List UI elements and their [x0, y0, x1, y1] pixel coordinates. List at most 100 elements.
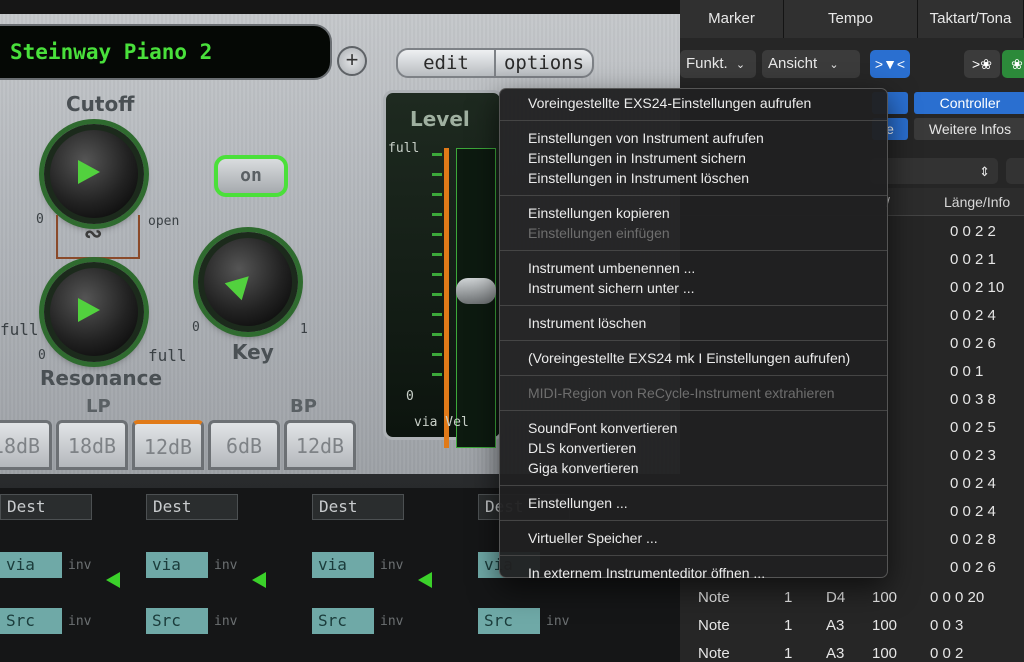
filter-tab-12db[interactable]: 12dB — [132, 420, 204, 470]
level-slider-handle[interactable] — [456, 278, 496, 304]
menu-separator — [500, 305, 887, 306]
mod-src-field[interactable]: Src — [146, 608, 208, 634]
menu-item[interactable]: Einstellungen ... — [500, 493, 887, 513]
menu-separator — [500, 485, 887, 486]
channel-cell: 1 — [784, 589, 793, 606]
length-cell: 0 0 2 4 — [950, 503, 996, 520]
position-selector[interactable]: ⇕ — [870, 158, 998, 184]
add-instrument-button[interactable]: + — [337, 46, 367, 76]
type-cell: Note — [698, 589, 730, 606]
mod-inv-label[interactable]: inv — [546, 614, 569, 629]
menu-item[interactable]: Einstellungen in Instrument sichern — [500, 148, 887, 168]
menu-item[interactable]: In externem Instrumenteditor öffnen ... — [500, 563, 887, 583]
catch-icon: >▼< — [874, 56, 906, 72]
mod-via-field[interactable]: via — [146, 552, 208, 578]
mod-amount-arrow-icon[interactable] — [418, 572, 432, 588]
menu-item[interactable]: Einstellungen von Instrument aufrufen — [500, 128, 887, 148]
length-cell: 0 0 2 6 — [950, 335, 996, 352]
channel-cell: 1 — [784, 617, 793, 634]
search-field-partial[interactable] — [1006, 158, 1024, 184]
mod-inv-label[interactable]: inv — [380, 558, 403, 573]
key-max-label: 1 — [300, 322, 308, 337]
edit-options-group: edit options — [396, 48, 594, 78]
ansicht-dropdown[interactable]: Ansicht ⌄ — [762, 50, 860, 78]
level-zero-label: 0 — [406, 389, 414, 404]
preset-display[interactable]: Steinway Piano 2 — [0, 24, 332, 80]
weitere-infos-button[interactable]: Weitere Infos — [914, 118, 1024, 140]
level-label: Level — [410, 107, 470, 131]
table-row[interactable]: Note 1 A3 100 0 0 3 — [680, 612, 1024, 640]
menu-item: Einstellungen einfügen — [528, 225, 670, 241]
key-knob[interactable] — [198, 232, 298, 332]
filter-tab-18db-a[interactable]: 18dB — [0, 420, 52, 470]
knob-pointer-icon — [224, 267, 258, 301]
chevron-down-icon: ⌄ — [735, 59, 746, 71]
mod-slot-3: Dest via inv Src inv — [312, 494, 432, 654]
catch-icon-button[interactable]: >▼< — [870, 50, 910, 78]
resonance-label: Resonance — [40, 366, 163, 390]
resonance-max-label: full — [148, 346, 187, 365]
midi-out-button[interactable]: ❀ — [1002, 50, 1024, 78]
resonance-knob[interactable] — [44, 262, 144, 362]
menu-item[interactable]: (Voreingestellte EXS24 mk I Einstellunge… — [500, 348, 887, 368]
mod-dest-field[interactable]: Dest — [0, 494, 92, 520]
menu-item[interactable]: Virtueller Speicher ... — [500, 528, 887, 548]
menu-item[interactable]: Instrument umbenennen ... — [500, 258, 887, 278]
mod-amount-arrow-icon[interactable] — [252, 572, 266, 588]
controller-button[interactable]: Controller — [914, 92, 1024, 114]
mod-inv-label[interactable]: inv — [68, 558, 91, 573]
length-cell: 0 0 2 6 — [950, 559, 996, 576]
funkt-dropdown[interactable]: Funkt. ⌄ — [680, 50, 756, 78]
menu-item[interactable]: Giga konvertieren — [500, 458, 887, 478]
menu-item[interactable]: DLS konvertieren — [500, 438, 887, 458]
menu-item[interactable]: Instrument löschen — [500, 313, 887, 333]
lp-label: LP — [86, 396, 111, 417]
tab-marker[interactable]: Marker — [680, 0, 784, 38]
menu-item[interactable]: SoundFont konvertieren — [500, 418, 887, 438]
filter-link[interactable]: ∾ — [56, 215, 140, 259]
options-button[interactable]: options — [494, 50, 592, 76]
mod-src-field[interactable]: Src — [312, 608, 374, 634]
mod-via-field[interactable]: via — [312, 552, 374, 578]
chevron-down-icon: ⌄ — [829, 59, 839, 71]
filter-tab-bp-12db[interactable]: 12dB — [284, 420, 356, 470]
mod-dest-field[interactable]: Dest — [312, 494, 404, 520]
editor-tabs: Marker Tempo Taktart/Tona — [680, 0, 1024, 38]
cutoff-min-label: 0 — [36, 212, 44, 227]
mod-src-field[interactable]: Src — [0, 608, 62, 634]
edit-button[interactable]: edit — [398, 50, 494, 76]
mod-via-field[interactable]: via — [0, 552, 62, 578]
cutoff-knob[interactable] — [44, 124, 144, 224]
mod-amount-arrow-icon[interactable] — [106, 572, 120, 588]
resonance-min-label: 0 — [38, 348, 46, 363]
table-row[interactable]: Note 1 D4 100 0 0 0 20 — [680, 584, 1024, 612]
length-cell: 0 0 2 5 — [950, 419, 996, 436]
menu-item[interactable]: Instrument sichern unter ... — [500, 278, 887, 298]
filter-tab-18db[interactable]: 18dB — [56, 420, 128, 470]
length-cell: 0 0 2 10 — [950, 279, 1005, 296]
mod-inv-label[interactable]: inv — [380, 614, 403, 629]
pitch-cell: D4 — [826, 589, 846, 606]
mod-src-field[interactable]: Src — [478, 608, 540, 634]
filter-mode-tabs: 18dB 18dB 12dB 6dB 12dB — [0, 420, 356, 472]
mod-dest-field[interactable]: Dest — [146, 494, 238, 520]
filter-on-button[interactable]: on — [214, 155, 288, 197]
tab-tempo[interactable]: Tempo — [784, 0, 918, 38]
midi-in-button[interactable]: >❀ — [964, 50, 1000, 78]
menu-separator — [500, 520, 887, 521]
table-row[interactable]: Note 1 A3 100 0 0 2 — [680, 640, 1024, 662]
velocity-cell: 100 — [872, 589, 898, 606]
menu-item[interactable]: Einstellungen in Instrument löschen — [500, 168, 887, 188]
knob-pointer-icon — [78, 298, 100, 322]
filter-tab-6db[interactable]: 6dB — [208, 420, 280, 470]
mod-inv-label[interactable]: inv — [214, 558, 237, 573]
link-icon: ∾ — [84, 221, 103, 246]
menu-item[interactable]: Einstellungen kopieren — [500, 203, 887, 223]
tab-taktart[interactable]: Taktart/Tona — [918, 0, 1024, 38]
mod-inv-label[interactable]: inv — [214, 614, 237, 629]
velocity-cell: 100 — [872, 617, 898, 634]
column-header-laenge: Länge/Info — [944, 194, 1011, 210]
level-full-label: full — [388, 141, 420, 156]
mod-inv-label[interactable]: inv — [68, 614, 91, 629]
menu-item[interactable]: Voreingestellte EXS24-Einstellungen aufr… — [500, 93, 887, 113]
